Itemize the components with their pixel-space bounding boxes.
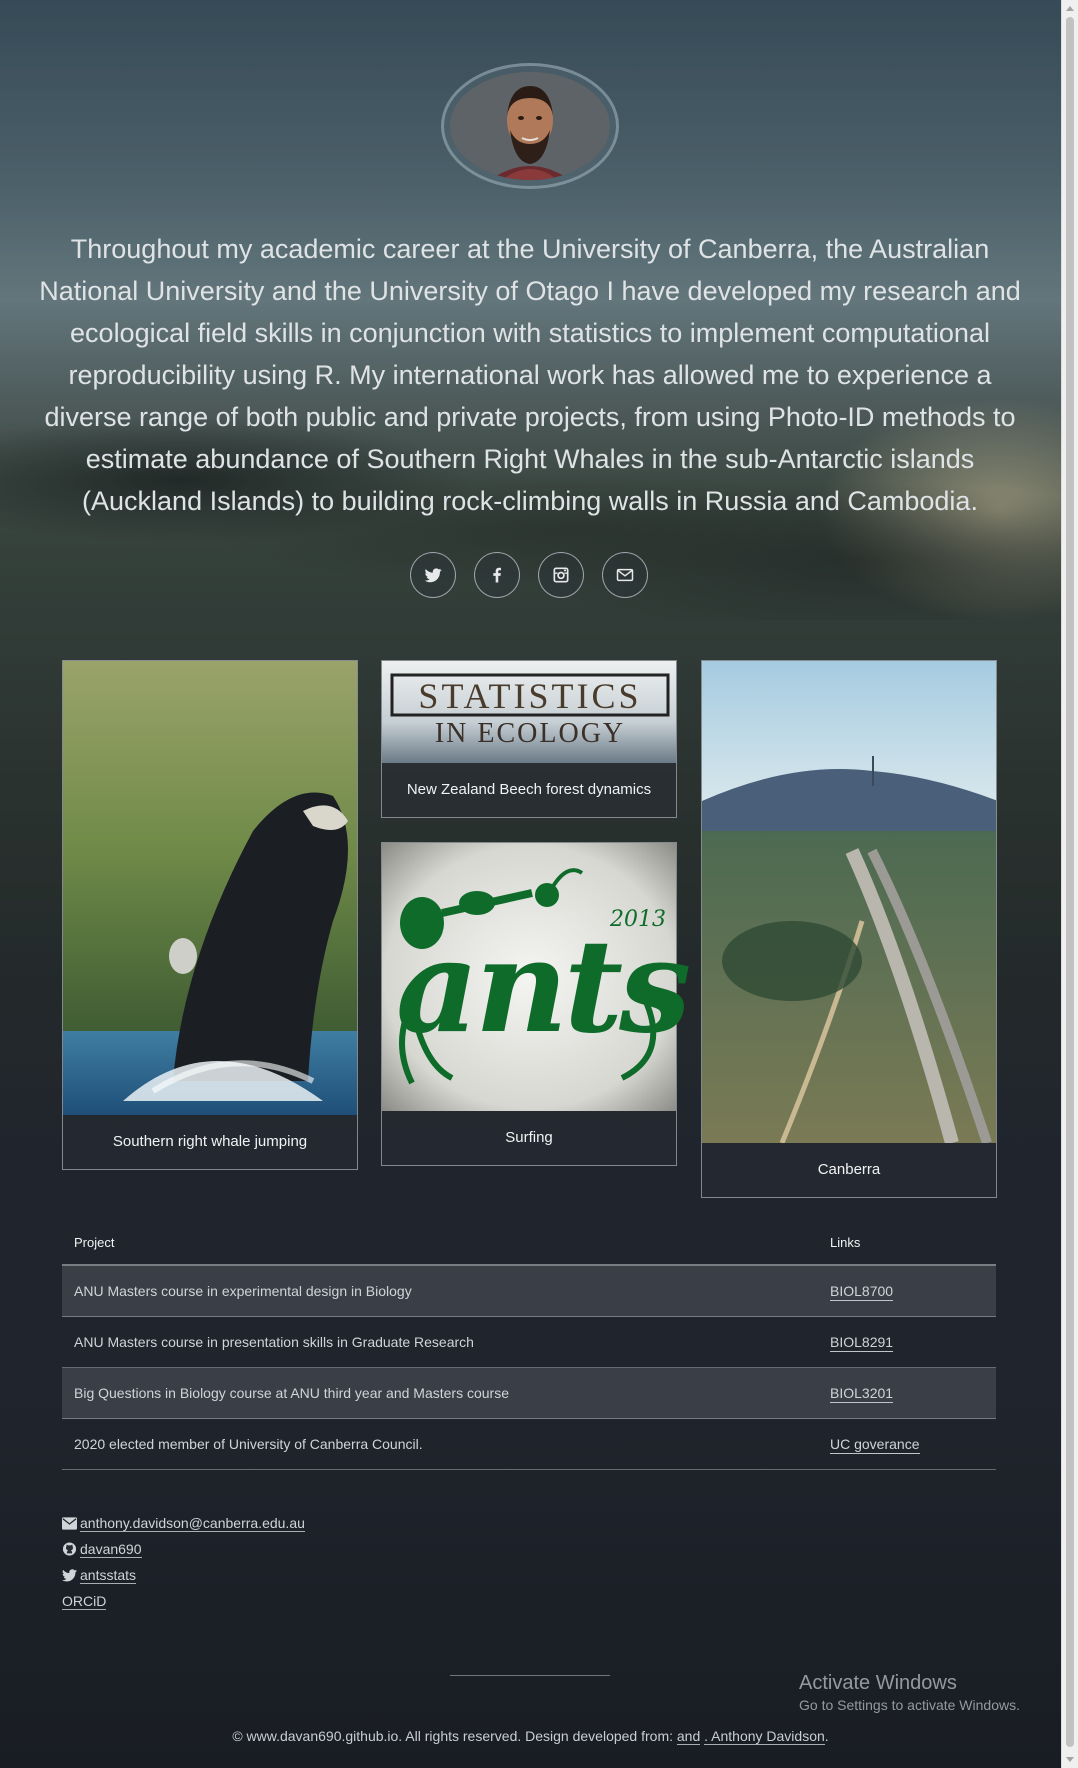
row-link[interactable]: UC goverance — [830, 1436, 920, 1454]
email-link[interactable] — [602, 552, 648, 598]
github-link[interactable]: davan690 — [80, 1541, 142, 1558]
row-project: Big Questions in Biology course at ANU t… — [74, 1385, 509, 1401]
table-row: ANU Masters course in experimental desig… — [62, 1266, 996, 1317]
card-whale-caption: Southern right whale jumping — [112, 1132, 308, 1150]
statistics-title-line1: STATISTICS — [418, 676, 642, 716]
envelope-icon — [616, 568, 634, 582]
contact-list: anthony.davidson@canberra.edu.au davan69… — [62, 1510, 305, 1614]
page: Throughout my academic career at the Uni… — [0, 0, 1061, 1768]
card-ants-caption: Surfing — [505, 1128, 553, 1146]
contact-email: anthony.davidson@canberra.edu.au — [62, 1510, 305, 1536]
vertical-scrollbar[interactable] — [1061, 0, 1078, 1768]
row-project: 2020 elected member of University of Can… — [74, 1436, 423, 1452]
footer-suffix: . — [824, 1728, 829, 1744]
scroll-down-arrow-icon[interactable] — [1066, 1757, 1074, 1762]
watermark-title: Activate Windows — [799, 1672, 957, 1694]
facebook-icon — [493, 567, 501, 583]
footer: © www.davan690.github.io. All rights res… — [0, 1728, 1061, 1745]
row-project: ANU Masters course in experimental desig… — [74, 1283, 412, 1299]
scrollbar-thumb[interactable] — [1066, 17, 1074, 1747]
row-link[interactable]: BIOL3201 — [830, 1385, 894, 1403]
projects-table: Project Links ANU Masters course in expe… — [62, 1220, 996, 1470]
contact-github: davan690 — [62, 1536, 305, 1562]
orcid-link[interactable]: ORCiD — [62, 1593, 107, 1610]
activate-windows-watermark: Activate Windows Go to Settings to activ… — [799, 1672, 1020, 1713]
ants-logo-year: 2013 — [610, 907, 666, 932]
footer-prefix: © www.davan690.github.io. All rights res… — [232, 1728, 677, 1744]
card-statistics-caption: New Zealand Beech forest dynamics — [406, 780, 652, 798]
watermark-subtitle: Go to Settings to activate Windows. — [799, 1697, 1020, 1713]
whale-image — [63, 661, 357, 1115]
header-links: Links — [830, 1234, 861, 1250]
avatar — [450, 72, 610, 180]
contact-twitter: antsstats — [62, 1562, 305, 1588]
email-link[interactable]: anthony.davidson@canberra.edu.au — [80, 1515, 305, 1532]
twitter-link[interactable]: antsstats — [80, 1567, 137, 1584]
facebook-link[interactable] — [474, 552, 520, 598]
twitter-icon — [62, 1568, 77, 1581]
table-row: 2020 elected member of University of Can… — [62, 1419, 996, 1470]
table-row: Big Questions in Biology course at ANU t… — [62, 1368, 996, 1419]
envelope-icon — [62, 1516, 77, 1530]
instagram-link[interactable] — [538, 552, 584, 598]
card-canberra-caption: Canberra — [817, 1160, 881, 1178]
contact-orcid: ORCiD — [62, 1588, 305, 1614]
row-project: ANU Masters course in presentation skill… — [74, 1334, 474, 1350]
twitter-icon — [424, 568, 442, 583]
scroll-up-arrow-icon[interactable] — [1066, 6, 1074, 11]
footer-link-and[interactable]: and — [676, 1728, 701, 1745]
bio-text: Throughout my academic career at the Uni… — [39, 234, 1021, 516]
social-links — [410, 552, 650, 598]
twitter-link[interactable] — [410, 552, 456, 598]
row-link[interactable]: BIOL8291 — [830, 1334, 894, 1352]
table-row: ANU Masters course in presentation skill… — [62, 1317, 996, 1368]
header-project: Project — [74, 1234, 115, 1250]
footer-divider — [450, 1675, 610, 1676]
row-link[interactable]: BIOL8700 — [830, 1283, 894, 1301]
footer-link-author[interactable]: . Anthony Davidson — [704, 1728, 825, 1745]
table-header: Project Links — [62, 1220, 996, 1266]
statistics-title-line2: IN ECOLOGY — [434, 718, 626, 749]
card-statistics[interactable]: STATISTICS IN ECOLOGY New Zealand Beech … — [381, 660, 677, 818]
canberra-image — [702, 661, 996, 1143]
instagram-icon — [553, 567, 569, 583]
github-icon — [62, 1542, 77, 1556]
card-canberra[interactable]: Canberra — [701, 660, 997, 1198]
card-whale[interactable]: Southern right whale jumping — [62, 660, 358, 1170]
card-ants[interactable]: ants 2013 Surfing — [381, 842, 691, 1166]
